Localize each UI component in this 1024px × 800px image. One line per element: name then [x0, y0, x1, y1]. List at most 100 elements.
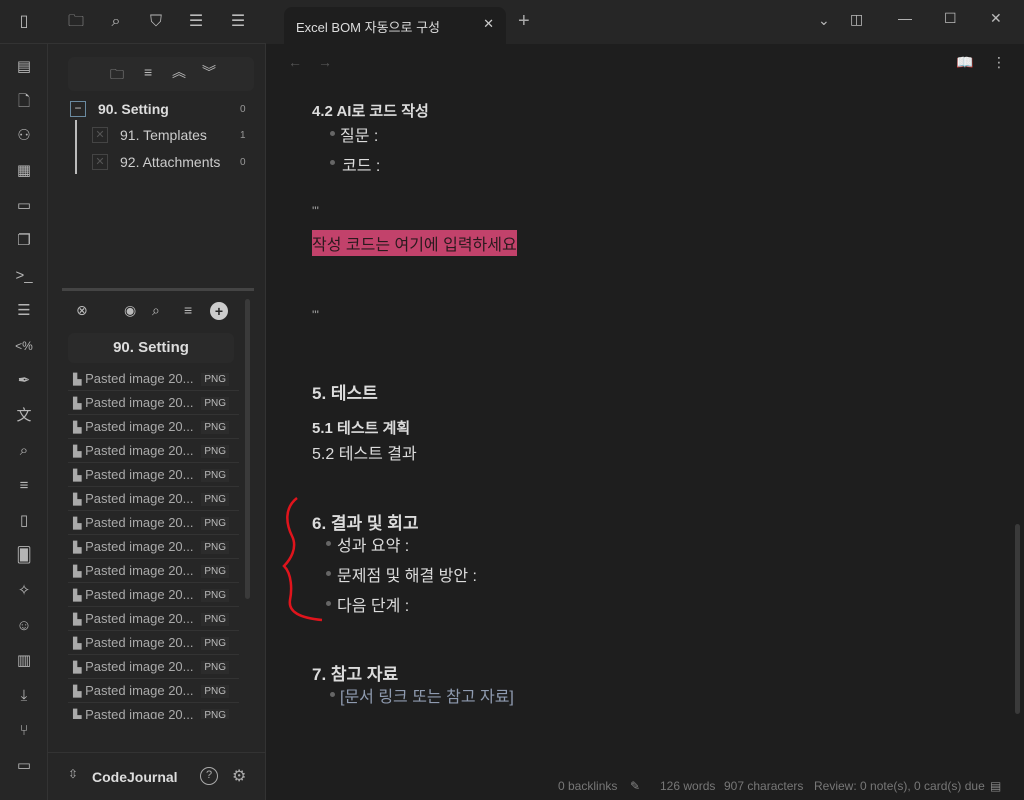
tab-excel-bom[interactable]: Excel BOM 자동으로 구성 ✕	[284, 7, 506, 44]
layout-icon[interactable]: ▤	[990, 772, 1001, 800]
close-tab-icon[interactable]: ✕	[483, 16, 494, 32]
file-ext-badge: PNG	[201, 637, 229, 650]
settings-gear-icon[interactable]: ⚙	[232, 766, 246, 786]
bullet-next-steps: 다음 단계 :	[337, 598, 410, 615]
file-ext-badge: PNG	[201, 397, 229, 410]
tab-bar: Excel BOM 자동으로 구성 ✕ + ⌄ ◫ — ☐ ✕	[266, 0, 1024, 44]
wand-icon[interactable]: ✧	[14, 581, 34, 601]
dashboard-icon[interactable]: ▦	[14, 161, 34, 181]
file-image-icon: ▙	[73, 494, 82, 506]
templater-icon[interactable]: <%	[14, 336, 34, 356]
add-card-icon[interactable]: ☰	[14, 301, 34, 321]
heading-5: 5. 테스트	[312, 384, 378, 403]
pen-icon[interactable]: ✒	[14, 371, 34, 391]
file-list-item[interactable]: ▙ Pasted image 20... PNG	[68, 464, 239, 487]
edit-pencil-icon[interactable]: ✎	[630, 772, 640, 800]
file-image-icon: ▙	[73, 470, 82, 482]
bookmark-icon[interactable]: ⛉	[146, 12, 166, 32]
code-fence-end: '''	[312, 308, 319, 322]
calendar-icon[interactable]: ▭	[14, 196, 34, 216]
heading-4-2: 4.2 AI로 코드 작성	[312, 103, 429, 120]
file-list-item[interactable]: ▙ Pasted image 20... PNG	[68, 392, 239, 415]
new-card-icon-2[interactable]: ☰	[228, 12, 248, 32]
help-icon[interactable]: ?	[200, 767, 218, 785]
cards-icon[interactable]: 🂠	[14, 546, 34, 566]
file-list-item[interactable]: ▙ Pasted image 20... PNG	[68, 536, 239, 559]
graph-icon[interactable]: ⚇	[14, 126, 34, 146]
file-list-item[interactable]: ▙ Pasted image 20... PNG	[68, 560, 239, 583]
file-image-icon: ▙	[73, 662, 82, 674]
new-tab-button[interactable]: +	[518, 10, 530, 33]
file-ext-badge: PNG	[201, 613, 229, 626]
file-image-icon: ▙	[73, 614, 82, 626]
file-list-item[interactable]: ▙ Pasted image 20... PNG	[68, 488, 239, 511]
more-options-icon[interactable]: ⋮	[992, 54, 1006, 71]
file-list-item[interactable]: ▙ Pasted image 20... PNG	[68, 512, 239, 535]
editor: ← → 📖 ⋮ 4.2 AI로 코드 작성 질문 : 코드 : ''' 작성 코…	[266, 44, 1024, 800]
left-ribbon: ▤ 🗋 ⚇ ▦ ▭ ❐ >_ ☰ <% ✒ 文 ⌕ ≡ ▯ 🂠 ✧ ☺ ▥ ⤓ …	[0, 44, 48, 800]
editor-scrollbar[interactable]	[1015, 524, 1020, 714]
file-ext-badge: PNG	[201, 589, 229, 602]
file-image-icon: ▙	[73, 518, 82, 530]
folder-icon[interactable]: 🗀	[66, 12, 86, 32]
kanban-icon[interactable]: ▥	[14, 651, 34, 671]
file-ext-badge: PNG	[201, 709, 229, 719]
translate-icon[interactable]: 文	[14, 406, 34, 426]
file-ext-badge: PNG	[201, 661, 229, 674]
reading-view-icon[interactable]: 📖	[956, 54, 973, 71]
sidebar-toggle-icon[interactable]: ▯	[14, 12, 34, 32]
back-arrow-icon[interactable]: ←	[288, 54, 302, 70]
copy-icon[interactable]: ❐	[14, 231, 34, 251]
bullet-problems: 문제점 및 해결 방안 :	[337, 568, 477, 585]
book-icon[interactable]: ▯	[14, 511, 34, 531]
vault-switcher-icon[interactable]: ⇳	[68, 767, 78, 781]
review-status[interactable]: Review: 0 note(s), 0 card(s) due	[814, 772, 985, 800]
file-list-item[interactable]: ▙ Pasted image 20... PNG	[68, 656, 239, 679]
minimize-icon[interactable]: —	[898, 10, 912, 26]
search-icon[interactable]: ⌕	[106, 12, 126, 32]
bullet-summary: 성과 요약 :	[337, 538, 410, 555]
new-card-icon[interactable]: ☰	[186, 12, 206, 32]
file-list-item[interactable]: ▙ Pasted image 20... PNG	[68, 440, 239, 463]
smiley-icon[interactable]: ☺	[14, 616, 34, 636]
file-name: Pasted image 20...	[85, 395, 194, 410]
lines-icon[interactable]: ≡	[14, 476, 34, 496]
file-name: Pasted image 20...	[85, 707, 194, 719]
tab-list-chevron-icon[interactable]: ⌄	[818, 12, 830, 29]
file-list-item[interactable]: ▙ Pasted image 20... PNG	[68, 584, 239, 607]
right-sidebar-toggle-icon[interactable]: ◫	[850, 11, 863, 28]
file-ext-badge: PNG	[201, 445, 229, 458]
terminal-icon[interactable]: >_	[14, 266, 34, 286]
download-icon[interactable]: ⤓	[14, 686, 34, 706]
file-image-icon: ▙	[73, 566, 82, 578]
file-list-item[interactable]: ▙ Pasted image 20... PNG	[68, 704, 239, 719]
file-list-item[interactable]: ▙ Pasted image 20... PNG	[68, 608, 239, 631]
file-list-item[interactable]: ▙ Pasted image 20... PNG	[68, 416, 239, 439]
highlighted-text: 작성 코드는 여기에 입력하세요	[312, 230, 517, 256]
file-list-item[interactable]: ▙ Pasted image 20... PNG	[68, 680, 239, 703]
file-list-item[interactable]: ▙ Pasted image 20... PNG	[68, 632, 239, 655]
git-icon[interactable]: ⑂	[14, 721, 34, 741]
sidebar-toolbar: ▯ 🗀 ⌕ ⛉ ☰ ☰	[0, 0, 266, 44]
tab-title: Excel BOM 자동으로 구성	[296, 20, 440, 35]
status-bar: 0 backlinks ✎ 126 words 907 characters R…	[540, 772, 1024, 800]
layout-icon[interactable]: ▤	[14, 57, 34, 77]
window-close-icon[interactable]: ✕	[990, 10, 1002, 27]
file-image-icon: ▙	[73, 590, 82, 602]
file-ext-badge: PNG	[201, 541, 229, 554]
reference-link-placeholder[interactable]: [문서 링크 또는 참고 자료]	[340, 683, 514, 707]
file-name: Pasted image 20...	[85, 491, 194, 506]
vault-name[interactable]: CodeJournal	[92, 769, 178, 785]
forward-arrow-icon[interactable]: →	[318, 54, 332, 70]
heading-5-1: 5.1 테스트 계획	[312, 420, 411, 437]
backlinks-count[interactable]: 0 backlinks	[558, 772, 617, 800]
message-icon[interactable]: ▭	[14, 756, 34, 776]
maximize-icon[interactable]: ☐	[944, 10, 957, 27]
file-list-item[interactable]: ▙ Pasted image 20... PNG	[68, 368, 239, 391]
search-icon[interactable]: ⌕	[14, 441, 34, 461]
file-name: Pasted image 20...	[85, 515, 194, 530]
bullet-question: 질문 :	[340, 128, 379, 145]
file-image-icon: ▙	[73, 686, 82, 698]
file-name: Pasted image 20...	[85, 419, 194, 434]
file-search-icon[interactable]: 🗋	[14, 92, 34, 112]
